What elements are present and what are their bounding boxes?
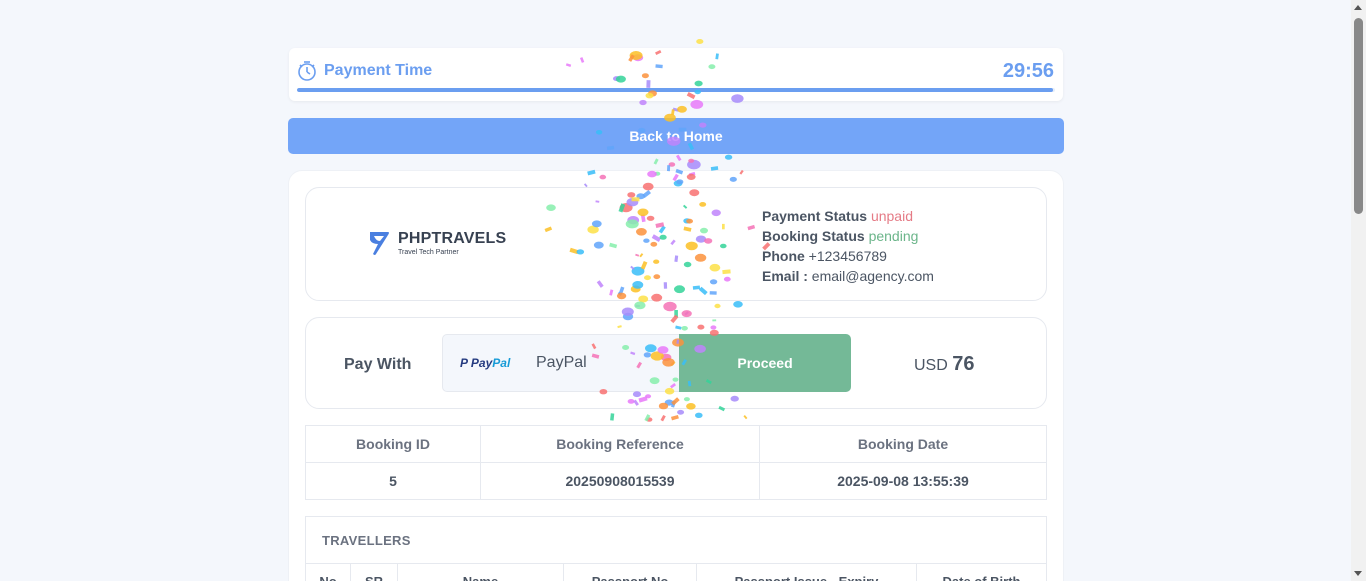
status-list: Payment Status unpaid Booking Status pen… — [762, 206, 934, 286]
confetti-piece — [687, 159, 701, 170]
travellers-header-passport-dates: Passport Issue - Expiry — [697, 564, 917, 581]
phone-label: Phone — [762, 248, 805, 264]
brand-tagline: Travel Tech Partner — [398, 249, 459, 256]
payment-status-value: unpaid — [870, 208, 913, 224]
payment-method-name: PayPal — [536, 354, 587, 371]
confetti-piece — [668, 162, 676, 167]
booking-status-label: Booking Status — [762, 228, 865, 244]
payment-status-label: Payment Status — [762, 208, 868, 224]
confetti-piece — [676, 154, 682, 162]
travellers-header-dob: Date of Birth — [917, 564, 1046, 581]
countdown-progress-bar — [297, 88, 1055, 92]
travellers-header-name: Name — [398, 564, 564, 581]
stopwatch-icon — [298, 61, 316, 81]
countdown-progress-fill — [297, 88, 1054, 92]
phptravels-logo-icon — [370, 232, 389, 255]
booking-status-value: pending — [868, 228, 919, 244]
table-header-row: Booking ID Booking Reference Booking Dat… — [305, 425, 1047, 463]
paypal-option[interactable]: P PayPal PayPal — [442, 334, 680, 392]
booking-id-cell: 5 — [305, 462, 481, 500]
confetti-piece — [696, 39, 704, 44]
scroll-down-icon[interactable] — [1354, 571, 1362, 576]
currency: USD — [914, 357, 948, 374]
booking-reference-header: Booking Reference — [480, 425, 760, 463]
amount: 76 — [952, 353, 975, 375]
booking-date-header: Booking Date — [759, 425, 1047, 463]
brand-name: PHPTRAVELS — [398, 230, 507, 247]
paypal-logo: P PayPal — [460, 356, 511, 370]
travellers-header-sr: SR — [351, 564, 398, 581]
confetti-piece — [653, 158, 659, 165]
table-row: 5 20250908015539 2025-09-08 13:55:39 — [305, 462, 1047, 500]
travellers-section: TRAVELLERS No SR Name Passport No Passpo… — [305, 516, 1047, 581]
booking-info-box: PHPTRAVELS Travel Tech Partner Payment S… — [305, 187, 1047, 301]
scroll-thumb[interactable] — [1354, 18, 1363, 214]
booking-date-cell: 2025-09-08 13:55:39 — [759, 462, 1047, 500]
proceed-button[interactable]: Proceed — [679, 334, 851, 392]
total-price: USD 76 — [914, 353, 974, 376]
confetti-piece — [688, 158, 695, 163]
scrollbar[interactable] — [1351, 0, 1366, 581]
confetti-piece — [677, 105, 687, 113]
payment-time-label: Payment Time — [324, 62, 433, 79]
email-value: email@agency.com — [811, 268, 934, 284]
confetti-piece — [690, 99, 704, 109]
payment-method-box: Pay With P PayPal PayPal Proceed USD 76 — [305, 317, 1047, 409]
brand-logo: PHPTRAVELS Travel Tech Partner — [366, 228, 506, 258]
countdown-value: 29:56 — [1002, 60, 1054, 82]
travellers-title: TRAVELLERS — [322, 533, 411, 548]
booking-reference-cell: 20250908015539 — [480, 462, 760, 500]
back-to-home-button[interactable]: Back to Home — [288, 118, 1064, 154]
confetti-piece — [672, 107, 679, 112]
travellers-header-no: No — [306, 564, 351, 581]
confetti-piece — [671, 109, 675, 116]
booking-details-table: Booking ID Booking Reference Booking Dat… — [305, 425, 1047, 500]
phone-value: +123456789 — [808, 248, 887, 264]
scroll-up-icon[interactable] — [1354, 5, 1362, 10]
pay-with-label: Pay With — [344, 356, 412, 373]
travellers-header-row: No SR Name Passport No Passport Issue - … — [306, 563, 1046, 581]
travellers-header-passport-no: Passport No — [564, 564, 697, 581]
email-label: Email : — [762, 268, 808, 284]
confetti-piece — [724, 154, 733, 160]
payment-timer-card: Payment Time 29:56 — [289, 48, 1063, 101]
booking-id-header: Booking ID — [305, 425, 481, 463]
